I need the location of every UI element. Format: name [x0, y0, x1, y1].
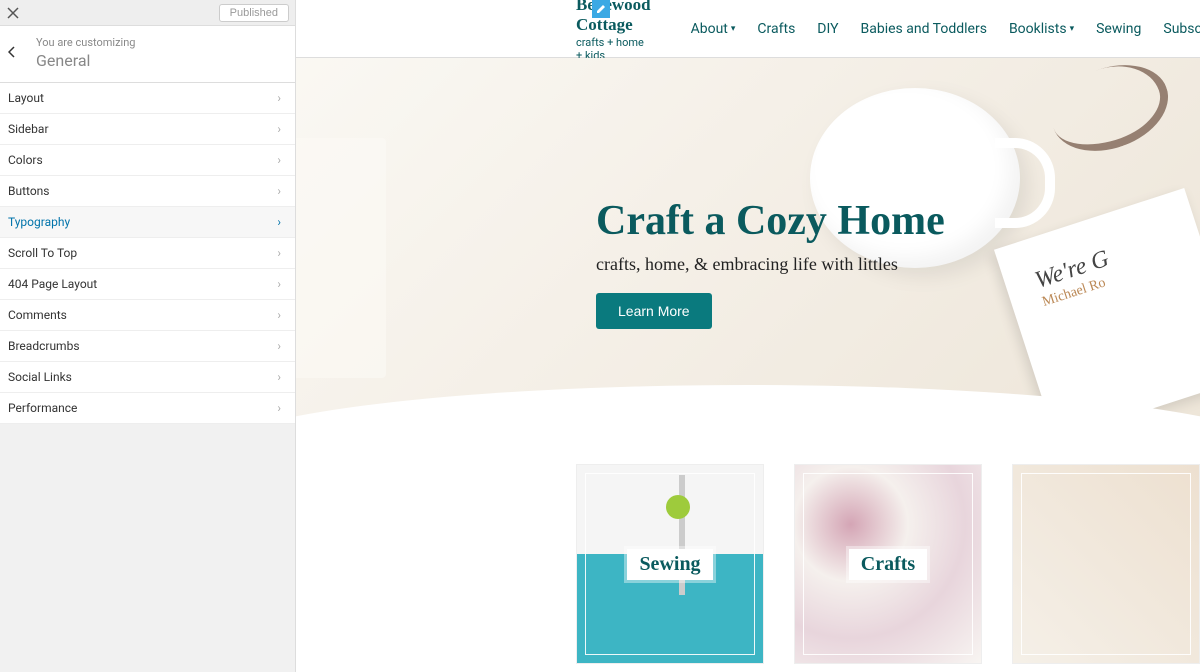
main-nav: About▾CraftsDIYBabies and ToddlersBookli…	[691, 21, 1200, 37]
card-badge: Crafts	[849, 549, 927, 580]
nav-label: Babies and Toddlers	[861, 21, 987, 37]
edit-shortcut-badge[interactable]	[592, 0, 610, 18]
nav-label: DIY	[817, 21, 838, 37]
nav-item-sewing[interactable]: Sewing	[1096, 21, 1141, 37]
menu-item-breadcrumbs[interactable]: Breadcrumbs ›	[0, 331, 295, 362]
customizing-label: You are customizing	[36, 36, 281, 49]
publish-button[interactable]: Published	[219, 4, 289, 22]
customizer-menu: Layout›Sidebar›Colors›Buttons›Typography…	[0, 83, 295, 424]
hero-decor-leftbook	[296, 138, 386, 378]
menu-item-buttons[interactable]: Buttons ›	[0, 176, 295, 207]
nav-label: Sewing	[1096, 21, 1141, 37]
menu-item-scroll-to-top[interactable]: Scroll To Top ›	[0, 238, 295, 269]
category-cards: Sewing Crafts	[296, 454, 1200, 664]
nav-item-babies-and-toddlers[interactable]: Babies and Toddlers	[861, 21, 987, 37]
nav-label: Subscribe	[1163, 21, 1200, 37]
menu-item-label: 404 Page Layout	[8, 277, 97, 291]
hero-content: Craft a Cozy Home crafts, home, & embrac…	[596, 198, 945, 329]
customizer-topbar: Published	[0, 0, 295, 26]
site-header: Bellewood Cottage crafts + home + kids A…	[296, 0, 1200, 58]
chevron-right-icon: ›	[277, 277, 281, 291]
card-inner-border	[1021, 473, 1191, 655]
nav-label: Crafts	[757, 21, 795, 37]
chevron-down-icon: ▾	[731, 24, 736, 34]
chevron-right-icon: ›	[277, 122, 281, 136]
hero-cta-button[interactable]: Learn More	[596, 293, 712, 329]
hero-subtitle: crafts, home, & embracing life with litt…	[596, 254, 945, 275]
menu-item-label: Layout	[8, 91, 44, 105]
chevron-down-icon: ▾	[1070, 24, 1075, 34]
menu-item-label: Comments	[8, 308, 67, 322]
menu-item-label: Performance	[8, 401, 77, 415]
back-button[interactable]	[8, 46, 16, 62]
hero-decor-glasses	[1040, 50, 1180, 166]
category-card-sewing[interactable]: Sewing	[576, 464, 764, 664]
category-card-crafts[interactable]: Crafts	[794, 464, 982, 664]
nav-item-subscribe[interactable]: Subscribe	[1163, 21, 1200, 37]
chevron-right-icon: ›	[277, 153, 281, 167]
site-preview: Bellewood Cottage crafts + home + kids A…	[296, 0, 1200, 672]
menu-item-social-links[interactable]: Social Links ›	[0, 362, 295, 393]
chevron-right-icon: ›	[277, 215, 281, 229]
close-button[interactable]	[0, 0, 26, 26]
chevron-right-icon: ›	[277, 246, 281, 260]
menu-item-layout[interactable]: Layout ›	[0, 83, 295, 114]
menu-item-label: Scroll To Top	[8, 246, 77, 260]
logo-line2: Cottage	[576, 15, 651, 35]
card-badge: Sewing	[627, 549, 712, 580]
menu-item-sidebar[interactable]: Sidebar ›	[0, 114, 295, 145]
chevron-right-icon: ›	[277, 308, 281, 322]
menu-item-colors[interactable]: Colors ›	[0, 145, 295, 176]
hero-section: We're G Michael Ro Craft a Cozy Home cra…	[296, 58, 1200, 454]
menu-item-label: Sidebar	[8, 122, 49, 136]
chevron-right-icon: ›	[277, 184, 281, 198]
nav-item-crafts[interactable]: Crafts	[757, 21, 795, 37]
chevron-left-icon	[8, 46, 16, 58]
menu-item-label: Colors	[8, 153, 43, 167]
logo-line1: Bellewood	[576, 0, 651, 15]
category-card-more[interactable]	[1012, 464, 1200, 664]
menu-item-label: Breadcrumbs	[8, 339, 80, 353]
chevron-right-icon: ›	[277, 339, 281, 353]
close-icon	[7, 7, 19, 19]
chevron-right-icon: ›	[277, 370, 281, 384]
menu-item-typography[interactable]: Typography ›	[0, 207, 295, 238]
menu-item-comments[interactable]: Comments ›	[0, 300, 295, 331]
customizer-header: You are customizing General	[0, 26, 295, 83]
menu-item-label: Typography	[8, 215, 70, 229]
nav-item-booklists[interactable]: Booklists▾	[1009, 21, 1074, 37]
chevron-right-icon: ›	[277, 91, 281, 105]
menu-item-performance[interactable]: Performance ›	[0, 393, 295, 424]
nav-label: About	[691, 21, 728, 37]
menu-item-label: Social Links	[8, 370, 72, 384]
menu-item-label: Buttons	[8, 184, 50, 198]
customizer-sidebar: Published You are customizing General La…	[0, 0, 296, 672]
site-logo[interactable]: Bellewood Cottage crafts + home + kids	[576, 0, 651, 62]
pencil-icon	[596, 4, 606, 14]
nav-label: Booklists	[1009, 21, 1067, 37]
section-title: General	[36, 51, 281, 70]
nav-item-about[interactable]: About▾	[691, 21, 736, 37]
hero-title: Craft a Cozy Home	[596, 198, 945, 244]
nav-item-diy[interactable]: DIY	[817, 21, 838, 37]
menu-item-404-page-layout[interactable]: 404 Page Layout ›	[0, 269, 295, 300]
chevron-right-icon: ›	[277, 401, 281, 415]
